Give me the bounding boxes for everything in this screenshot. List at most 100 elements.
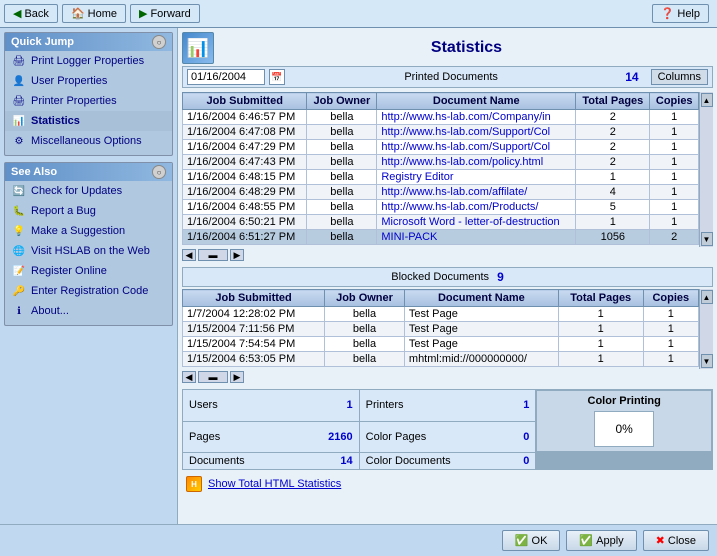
apply-icon: ✅ xyxy=(579,534,593,547)
sidebar-item-check-updates[interactable]: 🔄 Check for Updates xyxy=(5,181,172,201)
nav-right[interactable]: ▶ xyxy=(230,249,244,261)
register-icon: 📝 xyxy=(11,263,27,279)
blocked-section-bar: Blocked Documents 9 xyxy=(182,267,713,287)
filter-label: Printed Documents xyxy=(289,71,613,83)
apply-button[interactable]: ✅ Apply xyxy=(566,530,636,551)
see-also-header: See Also ○ xyxy=(5,163,172,181)
columns-button[interactable]: Columns xyxy=(651,69,708,85)
bscroll-up-arrow[interactable]: ▲ xyxy=(701,290,713,304)
cell-doc: http://www.hs-lab.com/Support/Col xyxy=(377,125,576,140)
sidebar-item-enter-reg[interactable]: 🔑 Enter Registration Code xyxy=(5,281,172,301)
check-updates-icon: 🔄 xyxy=(11,183,27,199)
back-button[interactable]: ◀ Back xyxy=(4,4,58,23)
statistics-icon: 📊 xyxy=(11,113,27,129)
help-button[interactable]: ❓ Help xyxy=(652,4,709,23)
sidebar-item-statistics[interactable]: 📊 Statistics xyxy=(5,111,172,131)
user-icon: 👤 xyxy=(11,73,27,89)
sidebar-item-print-logger-properties[interactable]: 🖨 Print Logger Properties xyxy=(5,51,172,71)
cell-pages: 1 xyxy=(576,215,650,230)
sidebar-item-suggestion[interactable]: 💡 Make a Suggestion xyxy=(5,221,172,241)
nav-left[interactable]: ◀ xyxy=(182,249,196,261)
sidebar-item-miscellaneous[interactable]: ⚙ Miscellaneous Options xyxy=(5,131,172,151)
bcell-copies: 1 xyxy=(643,307,698,322)
printed-table-row[interactable]: 1/16/2004 6:48:29 PM bella http://www.hs… xyxy=(183,185,699,200)
sidebar-item-report-bug[interactable]: 🐛 Report a Bug xyxy=(5,201,172,221)
close-button[interactable]: ✖ Close xyxy=(643,530,709,551)
bnav-left[interactable]: ◀ xyxy=(182,371,196,383)
home-button[interactable]: 🏠 Home xyxy=(62,4,126,23)
toolbar: ◀ Back 🏠 Home ▶ Forward ❓ Help xyxy=(0,0,717,28)
html-icon: H xyxy=(186,476,202,492)
cell-pages: 1 xyxy=(576,170,650,185)
blocked-label: Blocked Documents xyxy=(391,271,489,283)
cell-copies: 1 xyxy=(650,110,699,125)
bcell-pages: 1 xyxy=(558,307,643,322)
printed-nav-arrows: ◀ ▬ ▶ xyxy=(182,247,713,263)
sidebar-item-about[interactable]: ℹ About... xyxy=(5,301,172,321)
blocked-table-row[interactable]: 1/7/2004 12:28:02 PM bella Test Page 1 1 xyxy=(183,307,699,322)
nav-scroll[interactable]: ▬ xyxy=(198,249,228,261)
printed-table-scrollbar[interactable]: ▲ ▼ xyxy=(699,92,713,247)
forward-icon: ▶ xyxy=(139,7,147,20)
web-icon: 🌐 xyxy=(11,243,27,259)
cell-copies: 1 xyxy=(650,170,699,185)
filter-count: 14 xyxy=(617,70,646,84)
documents-value: 14 xyxy=(340,455,352,467)
home-icon: 🏠 xyxy=(71,7,85,20)
forward-button[interactable]: ▶ Forward xyxy=(130,4,200,23)
bcol-owner: Job Owner xyxy=(325,290,405,307)
action-bar: ✅ OK ✅ Apply ✖ Close xyxy=(0,524,717,556)
pages-cell: Pages 2160 xyxy=(183,422,359,453)
html-stats-link[interactable]: Show Total HTML Statistics xyxy=(208,478,341,490)
bcell-copies: 1 xyxy=(643,322,698,337)
content-area: 📊 Statistics 01/16/2004 📅 Printed Docume… xyxy=(178,28,717,556)
printed-table-row[interactable]: 1/16/2004 6:46:57 PM bella http://www.hs… xyxy=(183,110,699,125)
users-value: 1 xyxy=(347,399,353,411)
printed-table-row[interactable]: 1/16/2004 6:47:08 PM bella http://www.hs… xyxy=(183,125,699,140)
cell-submitted: 1/16/2004 6:47:43 PM xyxy=(183,155,307,170)
page-title: Statistics xyxy=(220,39,713,57)
main-layout: Quick Jump ○ 🖨 Print Logger Properties 👤… xyxy=(0,28,717,556)
color-documents-label: Color Documents xyxy=(366,455,451,467)
blocked-table-row[interactable]: 1/15/2004 6:53:05 PM bella mhtml:mid://0… xyxy=(183,352,699,367)
quick-jump-collapse[interactable]: ○ xyxy=(152,35,166,49)
calendar-icon[interactable]: 📅 xyxy=(269,69,285,85)
sidebar-item-register[interactable]: 📝 Register Online xyxy=(5,261,172,281)
scroll-down-arrow[interactable]: ▼ xyxy=(701,232,713,246)
blocked-count: 9 xyxy=(497,270,504,284)
printed-table-row[interactable]: 1/16/2004 6:47:43 PM bella http://www.hs… xyxy=(183,155,699,170)
bscroll-down-arrow[interactable]: ▼ xyxy=(701,354,713,368)
ok-button[interactable]: ✅ OK xyxy=(502,530,561,551)
sidebar-item-printer-properties[interactable]: 🖨 Printer Properties xyxy=(5,91,172,111)
bcell-owner: bella xyxy=(325,352,405,367)
scroll-up-arrow[interactable]: ▲ xyxy=(701,93,713,107)
summary-stats: Users 1 Printers 1 Color Printing 0% Pag… xyxy=(182,389,713,470)
blocked-table-row[interactable]: 1/15/2004 7:11:56 PM bella Test Page 1 1 xyxy=(183,322,699,337)
bnav-right[interactable]: ▶ xyxy=(230,371,244,383)
close-icon: ✖ xyxy=(656,534,665,547)
printed-table-row[interactable]: 1/16/2004 6:48:55 PM bella http://www.hs… xyxy=(183,200,699,215)
bcell-submitted: 1/15/2004 7:54:54 PM xyxy=(183,337,325,352)
title-row: 📊 Statistics xyxy=(182,32,713,64)
sidebar-item-visit-hslab[interactable]: 🌐 Visit HSLAB on the Web xyxy=(5,241,172,261)
sidebar-item-user-properties[interactable]: 👤 User Properties xyxy=(5,71,172,91)
bnav-scroll[interactable]: ▬ xyxy=(198,371,228,383)
see-also-collapse[interactable]: ○ xyxy=(152,165,166,179)
misc-icon: ⚙ xyxy=(11,133,27,149)
bcell-pages: 1 xyxy=(558,337,643,352)
printed-table-row[interactable]: 1/16/2004 6:47:29 PM bella http://www.hs… xyxy=(183,140,699,155)
color-documents-value: 0 xyxy=(523,455,529,467)
blocked-table-scrollbar[interactable]: ▲ ▼ xyxy=(699,289,713,369)
cell-pages: 5 xyxy=(576,200,650,215)
report-bug-icon: 🐛 xyxy=(11,203,27,219)
bcell-submitted: 1/15/2004 6:53:05 PM xyxy=(183,352,325,367)
cell-doc: Microsoft Word - letter-of-destruction xyxy=(377,215,576,230)
printed-table-row[interactable]: 1/16/2004 6:50:21 PM bella Microsoft Wor… xyxy=(183,215,699,230)
blocked-table-row[interactable]: 1/15/2004 7:54:54 PM bella Test Page 1 1 xyxy=(183,337,699,352)
cell-doc: http://www.hs-lab.com/affilate/ xyxy=(377,185,576,200)
printed-table-row[interactable]: 1/16/2004 6:48:15 PM bella Registry Edit… xyxy=(183,170,699,185)
cell-copies: 1 xyxy=(650,200,699,215)
date-input[interactable]: 01/16/2004 xyxy=(187,69,265,85)
cell-submitted: 1/16/2004 6:51:27 PM xyxy=(183,230,307,245)
printed-table-row[interactable]: 1/16/2004 6:51:27 PM bella MINI-PACK 105… xyxy=(183,230,699,245)
